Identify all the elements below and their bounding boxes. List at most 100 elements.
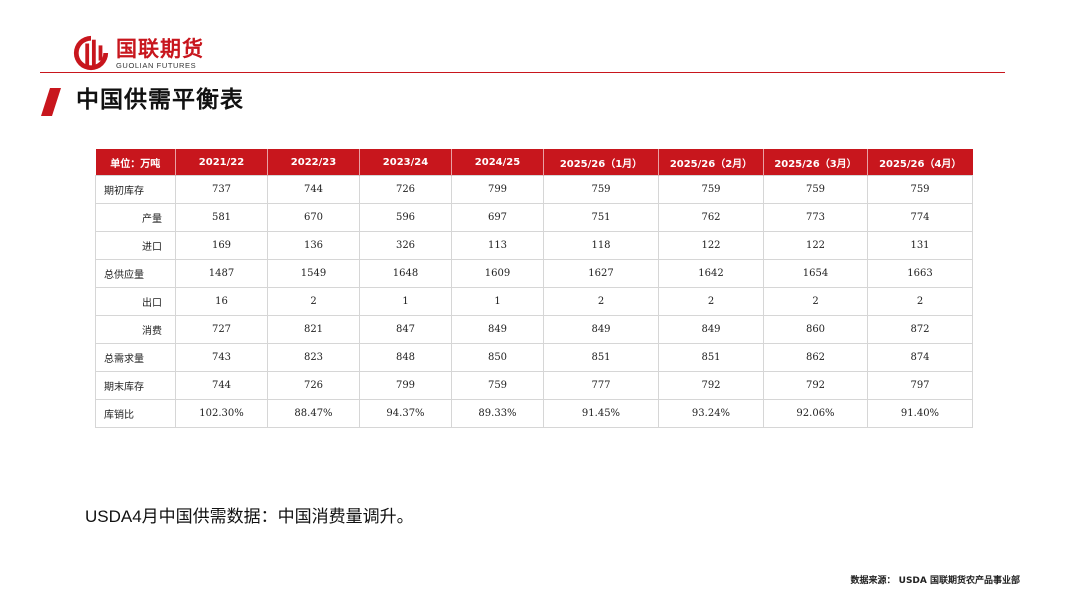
table-cell: 89.33% xyxy=(451,399,544,428)
table-cell: 91.45% xyxy=(543,399,659,428)
table-cell: 92.06% xyxy=(763,399,868,428)
column-header: 2025/26（4月） xyxy=(867,149,973,176)
table-cell: 759 xyxy=(451,371,544,400)
column-header: 2025/26（3月） xyxy=(763,149,868,176)
table-cell: 759 xyxy=(763,175,868,204)
brand-name-cn: 国联期货 xyxy=(116,36,204,61)
table-cell: 1654 xyxy=(763,259,868,288)
column-header: 2025/26（1月） xyxy=(543,149,659,176)
table-cell: 849 xyxy=(658,315,764,344)
table-cell: 792 xyxy=(658,371,764,400)
table-cell: 1663 xyxy=(867,259,973,288)
table-row: 进口 169 136 326 113 118 122 122 131 xyxy=(95,231,973,260)
column-header: 2024/25 xyxy=(451,149,544,176)
table-cell: 596 xyxy=(359,203,452,232)
table-cell: 799 xyxy=(359,371,452,400)
table-cell: 759 xyxy=(543,175,659,204)
table-cell: 737 xyxy=(175,175,268,204)
table-row: 期初库存 737 744 726 799 759 759 759 759 xyxy=(95,175,973,204)
table-cell: 777 xyxy=(543,371,659,400)
column-header: 2022/23 xyxy=(267,149,360,176)
table-cell: 792 xyxy=(763,371,868,400)
table-cell: 697 xyxy=(451,203,544,232)
table-cell: 122 xyxy=(763,231,868,260)
table-cell: 1 xyxy=(451,287,544,316)
table-cell: 847 xyxy=(359,315,452,344)
table-cell: 744 xyxy=(267,175,360,204)
table-cell: 759 xyxy=(867,175,973,204)
row-label: 库销比 xyxy=(95,399,176,428)
table-cell: 762 xyxy=(658,203,764,232)
guolian-logo-icon xyxy=(73,35,109,71)
table-cell: 743 xyxy=(175,343,268,372)
table-cell: 118 xyxy=(543,231,659,260)
table-row: 总需求量 743 823 848 850 851 851 862 874 xyxy=(95,343,973,372)
row-label: 出口 xyxy=(95,287,176,316)
table-cell: 91.40% xyxy=(867,399,973,428)
table-cell: 850 xyxy=(451,343,544,372)
table-cell: 136 xyxy=(267,231,360,260)
table-cell: 799 xyxy=(451,175,544,204)
table-row: 库销比 102.30% 88.47% 94.37% 89.33% 91.45% 93.24%… xyxy=(95,399,973,428)
table-row: 期末库存 744 726 799 759 777 792 792 797 xyxy=(95,371,973,400)
table-cell: 131 xyxy=(867,231,973,260)
table-cell: 862 xyxy=(763,343,868,372)
brand-logo: 国联期货 GUOLIAN FUTURES xyxy=(72,32,204,74)
row-label: 消费 xyxy=(95,315,176,344)
table-cell: 872 xyxy=(867,315,973,344)
table-row: 出口 16 2 1 1 2 2 2 2 xyxy=(95,287,973,316)
table-header-row: 单位：万吨 2021/22 2022/23 2023/24 2024/25 2025/2… xyxy=(95,149,973,176)
table-cell: 2 xyxy=(867,287,973,316)
table-cell: 849 xyxy=(451,315,544,344)
column-header: 2023/24 xyxy=(359,149,452,176)
table-cell: 102.30% xyxy=(175,399,268,428)
table-cell: 2 xyxy=(543,287,659,316)
table-cell: 849 xyxy=(543,315,659,344)
table-cell: 581 xyxy=(175,203,268,232)
table-row: 产量 581 670 596 697 751 762 773 774 xyxy=(95,203,973,232)
table-cell: 113 xyxy=(451,231,544,260)
table-cell: 1627 xyxy=(543,259,659,288)
table-cell: 1648 xyxy=(359,259,452,288)
table-cell: 773 xyxy=(763,203,868,232)
unit-header: 单位：万吨 xyxy=(95,149,176,176)
table-cell: 169 xyxy=(175,231,268,260)
row-label: 期末库存 xyxy=(95,371,176,400)
header-divider xyxy=(40,72,1005,73)
table-cell: 1549 xyxy=(267,259,360,288)
table-cell: 1487 xyxy=(175,259,268,288)
table-cell: 823 xyxy=(267,343,360,372)
column-header: 2025/26（2月） xyxy=(658,149,764,176)
row-label: 总供应量 xyxy=(95,259,176,288)
table-cell: 93.24% xyxy=(658,399,764,428)
table-cell: 326 xyxy=(359,231,452,260)
table-row: 消费 727 821 847 849 849 849 860 872 xyxy=(95,315,973,344)
table-cell: 727 xyxy=(175,315,268,344)
table-row: 总供应量 1487 1549 1648 1609 1627 1642 1654 1663 xyxy=(95,259,973,288)
table-cell: 670 xyxy=(267,203,360,232)
table-cell: 726 xyxy=(267,371,360,400)
title-accent-icon xyxy=(41,88,61,116)
brand-name-en: GUOLIAN FUTURES xyxy=(116,60,197,70)
table-cell: 1 xyxy=(359,287,452,316)
row-label: 期初库存 xyxy=(95,175,176,204)
table-cell: 1609 xyxy=(451,259,544,288)
table-cell: 759 xyxy=(658,175,764,204)
commentary-note: USDA4月中国供需数据：中国消费量调升。 xyxy=(85,507,414,526)
table-cell: 2 xyxy=(763,287,868,316)
table-cell: 821 xyxy=(267,315,360,344)
table-cell: 94.37% xyxy=(359,399,452,428)
page-title: 中国供需平衡表 xyxy=(76,87,244,113)
row-label: 产量 xyxy=(95,203,176,232)
table-cell: 874 xyxy=(867,343,973,372)
table-cell: 848 xyxy=(359,343,452,372)
row-label: 总需求量 xyxy=(95,343,176,372)
data-source: 数据来源： USDA 国联期货农产品事业部 xyxy=(850,576,1021,586)
table-cell: 726 xyxy=(359,175,452,204)
table-cell: 851 xyxy=(658,343,764,372)
column-header: 2021/22 xyxy=(175,149,268,176)
table-cell: 1642 xyxy=(658,259,764,288)
table-cell: 797 xyxy=(867,371,973,400)
table-cell: 2 xyxy=(658,287,764,316)
table-cell: 851 xyxy=(543,343,659,372)
